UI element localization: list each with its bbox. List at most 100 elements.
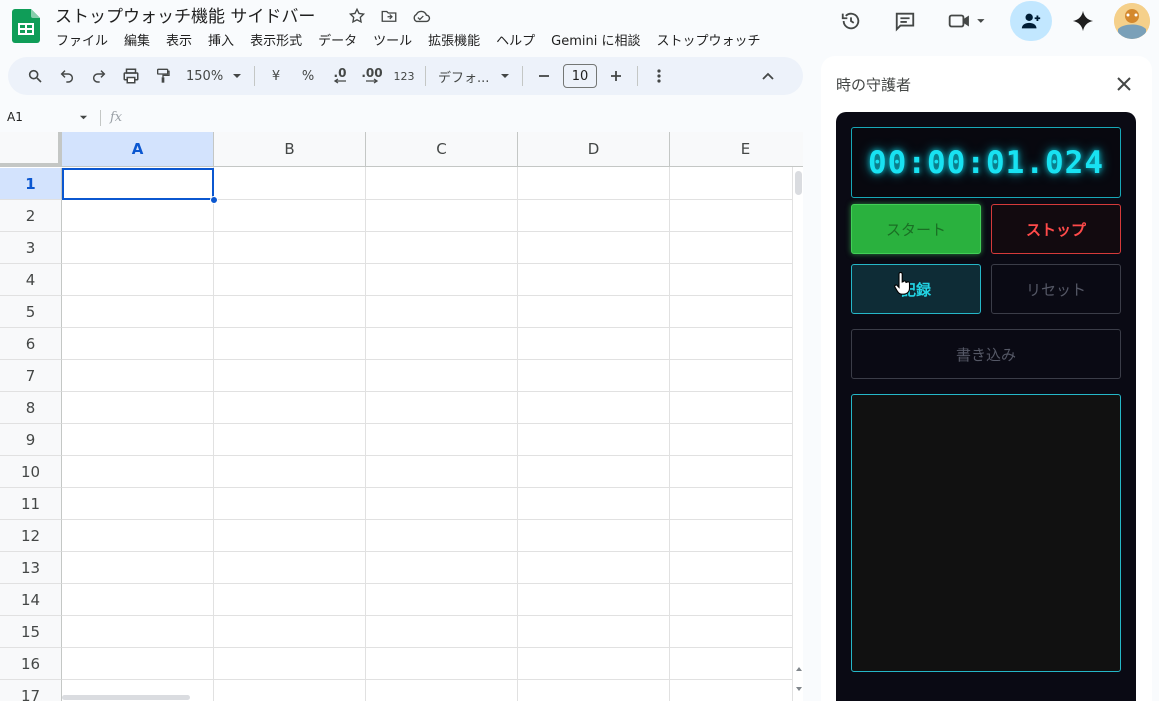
caret-down-icon (233, 74, 241, 78)
menu-gemini[interactable]: Gemini に相談 (543, 30, 648, 49)
row-header-1[interactable]: 1 (0, 168, 62, 200)
grid-line (62, 455, 792, 456)
column-header-d[interactable]: D (518, 132, 670, 167)
menu-view[interactable]: 表示 (158, 30, 200, 49)
caret-down-icon (79, 115, 88, 120)
grid-line (62, 647, 792, 648)
column-header-e[interactable]: E (670, 132, 803, 167)
star-icon[interactable] (347, 6, 367, 26)
column-header-b[interactable]: B (214, 132, 366, 167)
menu-file[interactable]: ファイル (48, 30, 116, 49)
search-menus-icon[interactable] (22, 62, 48, 90)
name-box[interactable]: A1 (0, 104, 100, 130)
active-cell-a1[interactable] (62, 168, 214, 200)
increase-decimal-button[interactable]: .00 (359, 62, 385, 90)
grid-line (365, 167, 366, 701)
row-header-12[interactable]: 12 (0, 520, 62, 552)
cloud-status-icon[interactable] (411, 6, 431, 26)
font-size-input[interactable]: 10 (563, 64, 597, 88)
grid-line (62, 423, 792, 424)
write-button[interactable]: 書き込み (851, 329, 1121, 379)
meet-icon[interactable] (946, 9, 990, 33)
collapse-menu-icon[interactable] (755, 62, 781, 90)
column-header-a[interactable]: A (62, 132, 214, 167)
undo-icon[interactable] (54, 62, 80, 90)
increase-font-size-icon[interactable] (603, 62, 629, 90)
vertical-scrollbar[interactable] (792, 167, 803, 701)
lap-log-area[interactable] (851, 394, 1121, 672)
scroll-up-icon[interactable] (795, 665, 803, 673)
redo-icon[interactable] (86, 62, 112, 90)
gemini-sparkle-icon[interactable] (1071, 9, 1095, 33)
record-button[interactable]: 記録 (851, 264, 981, 314)
zoom-select[interactable]: 150% (182, 62, 246, 90)
avatar[interactable] (1114, 3, 1150, 39)
version-history-icon[interactable] (839, 9, 863, 33)
row-header-8[interactable]: 8 (0, 392, 62, 424)
sheets-app: ストップウォッチ機能 サイドバー ファイル 編集 表示 挿入 表示形式 データ … (0, 0, 1159, 701)
row-header-14[interactable]: 14 (0, 584, 62, 616)
row-header-13[interactable]: 13 (0, 552, 62, 584)
menu-extensions[interactable]: 拡張機能 (420, 30, 488, 49)
row-header-16[interactable]: 16 (0, 648, 62, 680)
select-all-corner[interactable] (0, 132, 62, 167)
grid-line (62, 391, 792, 392)
stop-button[interactable]: ストップ (991, 204, 1121, 254)
comments-icon[interactable] (893, 9, 917, 33)
share-button[interactable] (1010, 1, 1052, 41)
grid-line (62, 231, 792, 232)
decrease-decimal-button[interactable]: .0 (327, 62, 353, 90)
toolbar-divider (254, 66, 255, 86)
scroll-down-icon[interactable] (795, 685, 803, 693)
menu-data[interactable]: データ (310, 30, 365, 49)
number-format-button[interactable]: 123 (391, 62, 417, 90)
menu-tools[interactable]: ツール (365, 30, 420, 49)
menu-help[interactable]: ヘルプ (488, 30, 543, 49)
grid-line (62, 615, 792, 616)
menu-insert[interactable]: 挿入 (200, 30, 242, 49)
grid-line (62, 263, 792, 264)
sheets-logo-icon[interactable] (12, 9, 40, 43)
row-header-17[interactable]: 17 (0, 680, 62, 701)
row-header-4[interactable]: 4 (0, 264, 62, 296)
row-header-9[interactable]: 9 (0, 424, 62, 456)
document-title[interactable]: ストップウォッチ機能 サイドバー (55, 2, 315, 27)
stopwatch-sidebar: 時の守護者 00:00:01.024 スタート ストップ 記録 リセット 書き込… (821, 56, 1152, 701)
print-icon[interactable] (118, 62, 144, 90)
row-header-11[interactable]: 11 (0, 488, 62, 520)
increase-decimal-label: .00 (361, 66, 383, 80)
grid-line (62, 583, 792, 584)
spreadsheet-grid[interactable]: A B C D E 1 2 3 4 5 6 7 8 9 10 11 12 13 … (0, 132, 803, 701)
column-header-c[interactable]: C (366, 132, 518, 167)
horizontal-scrollbar[interactable] (62, 694, 792, 701)
cell-reference: A1 (7, 110, 23, 124)
paint-format-icon[interactable] (150, 62, 176, 90)
timer-display: 00:00:01.024 (851, 127, 1121, 198)
vertical-scroll-thumb[interactable] (795, 171, 802, 195)
fill-handle[interactable] (210, 196, 218, 204)
more-options-icon[interactable] (646, 62, 672, 90)
currency-format-button[interactable]: ¥ (263, 62, 289, 90)
row-header-10[interactable]: 10 (0, 456, 62, 488)
menu-bar: ファイル 編集 表示 挿入 表示形式 データ ツール 拡張機能 ヘルプ Gemi… (48, 30, 769, 49)
row-header-7[interactable]: 7 (0, 360, 62, 392)
menu-edit[interactable]: 編集 (116, 30, 158, 49)
reset-button[interactable]: リセット (991, 264, 1121, 314)
move-folder-icon[interactable] (379, 6, 399, 26)
close-icon[interactable] (1114, 74, 1134, 94)
row-header-3[interactable]: 3 (0, 232, 62, 264)
row-header-6[interactable]: 6 (0, 328, 62, 360)
avatar-image-icon (1114, 3, 1150, 39)
start-button[interactable]: スタート (851, 204, 981, 254)
font-family-select[interactable]: デフォ... (434, 62, 514, 90)
decrease-font-size-icon[interactable] (531, 62, 557, 90)
horizontal-scroll-thumb[interactable] (62, 695, 190, 700)
row-header-2[interactable]: 2 (0, 200, 62, 232)
row-header-15[interactable]: 15 (0, 616, 62, 648)
grid-line (62, 327, 792, 328)
row-header-5[interactable]: 5 (0, 296, 62, 328)
grid-line (669, 167, 670, 701)
menu-format[interactable]: 表示形式 (242, 30, 310, 49)
percent-format-button[interactable]: % (295, 62, 321, 90)
menu-stopwatch[interactable]: ストップウォッチ (648, 30, 768, 49)
